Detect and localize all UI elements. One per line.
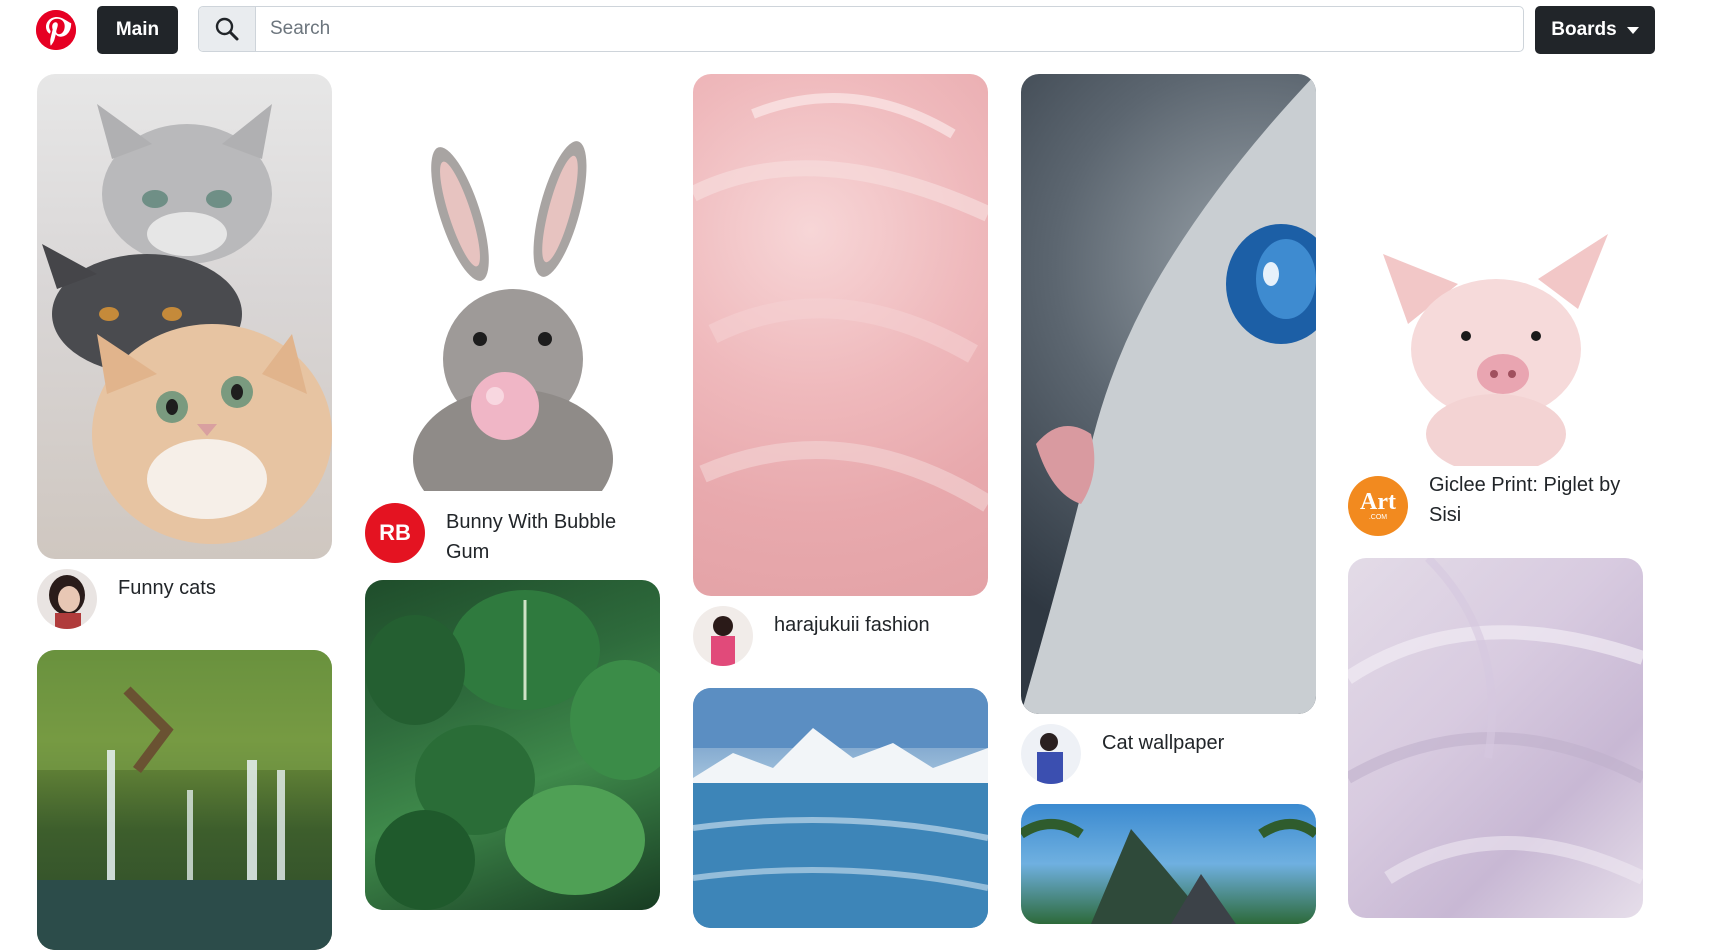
cat-eye-photo[interactable] xyxy=(1021,74,1316,714)
pin-title[interactable]: Cat wallpaper xyxy=(1102,728,1316,758)
pin-card[interactable] xyxy=(1348,558,1643,918)
search-input[interactable] xyxy=(256,7,1516,51)
boards-label: Boards xyxy=(1551,19,1617,40)
pin-card[interactable]: Funny cats xyxy=(37,74,332,629)
pin-title[interactable]: Funny cats xyxy=(118,573,332,603)
user-avatar[interactable] xyxy=(37,569,97,629)
pin-card[interactable] xyxy=(693,688,988,928)
bunny-photo[interactable] xyxy=(365,74,660,491)
forest-waterfall-photo[interactable] xyxy=(37,650,332,950)
pinterest-logo-icon[interactable] xyxy=(36,10,76,50)
pin-card[interactable] xyxy=(37,650,332,950)
boards-dropdown-button[interactable]: Boards xyxy=(1535,6,1655,54)
pin-meta: Funny cats xyxy=(37,569,332,629)
art-com-avatar[interactable]: Art .COM xyxy=(1348,476,1408,536)
search-icon[interactable] xyxy=(199,7,256,51)
caret-down-icon xyxy=(1626,26,1639,34)
pin-card[interactable]: RB Bunny With Bubble Gum xyxy=(365,74,660,563)
pin-meta: Art .COM Giclee Print: Piglet by Sisi xyxy=(1348,474,1643,536)
cats-photo[interactable] xyxy=(37,74,332,559)
pin-title[interactable]: harajukuii fashion xyxy=(774,610,988,640)
pin-meta: harajukuii fashion xyxy=(693,606,988,666)
green-leaves-photo[interactable] xyxy=(365,580,660,910)
lilac-feathers-photo[interactable] xyxy=(1348,558,1643,918)
pin-card[interactable]: Cat wallpaper xyxy=(1021,74,1316,784)
pin-title[interactable]: Bunny With Bubble Gum xyxy=(446,507,660,567)
top-navbar: Main Boards xyxy=(0,0,1722,64)
pin-meta: RB Bunny With Bubble Gum xyxy=(365,503,660,563)
pink-feathers-photo[interactable] xyxy=(693,74,988,596)
pin-title[interactable]: Giclee Print: Piglet by Sisi xyxy=(1429,470,1643,530)
search-bar xyxy=(198,6,1524,52)
redbubble-avatar[interactable]: RB xyxy=(365,503,425,563)
pin-meta: Cat wallpaper xyxy=(1021,724,1316,784)
pin-card[interactable]: Art .COM Giclee Print: Piglet by Sisi xyxy=(1348,74,1643,536)
pin-card[interactable] xyxy=(1021,804,1316,924)
tropical-mountain-photo[interactable] xyxy=(1021,804,1316,924)
main-button[interactable]: Main xyxy=(97,6,178,54)
frozen-lake-mountains-photo[interactable] xyxy=(693,688,988,928)
user-avatar[interactable] xyxy=(693,606,753,666)
user-avatar[interactable] xyxy=(1021,724,1081,784)
piglet-photo[interactable] xyxy=(1348,74,1643,466)
pin-card[interactable]: harajukuii fashion xyxy=(693,74,988,666)
pin-card[interactable] xyxy=(365,580,660,910)
